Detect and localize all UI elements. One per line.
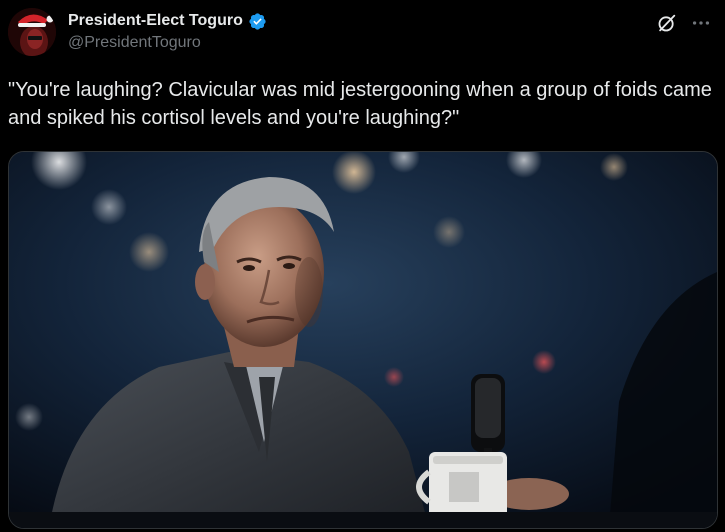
tweet-media-image[interactable] [8,151,718,529]
avatar[interactable] [8,8,56,56]
tweet-text: "You're laughing? Clavicular was mid jes… [8,79,712,129]
tweet-card: President-Elect Toguro @PresidentToguro … [0,0,725,532]
grok-icon[interactable] [656,12,678,34]
user-handle[interactable]: @PresidentToguro [68,34,267,52]
avatar-image [8,8,56,56]
verified-badge-icon[interactable] [248,12,267,31]
tweet-header: President-Elect Toguro @PresidentToguro [68,10,267,54]
name-row: President-Elect Toguro [68,10,267,32]
media-illustration [9,152,717,528]
more-icon[interactable] [690,12,712,34]
display-name[interactable]: President-Elect Toguro [68,12,243,30]
